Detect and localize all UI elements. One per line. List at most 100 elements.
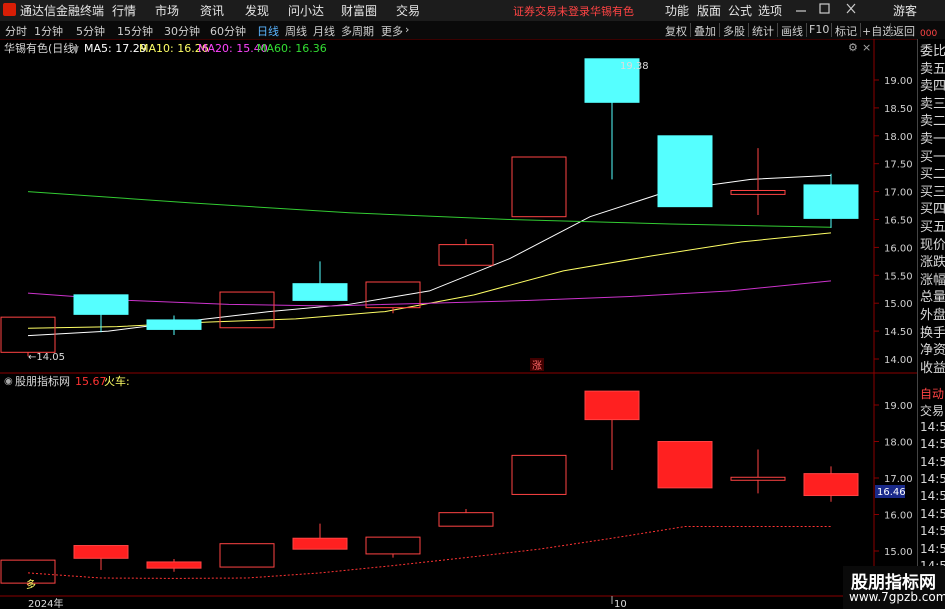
settings-icon[interactable]: ⚙ — [848, 41, 858, 54]
menu-item-discover[interactable]: 发现 — [245, 2, 269, 19]
candle-body[interactable] — [657, 135, 713, 208]
candle-body[interactable] — [803, 184, 859, 219]
period-tab-weekly[interactable]: 周线 — [285, 23, 307, 39]
trade-tab[interactable]: 自动 — [920, 385, 944, 402]
high-price-marker: 19.38 — [620, 61, 649, 72]
ma-line-ma10 — [27, 232, 832, 329]
tick-time: 14:56 — [920, 454, 945, 469]
quote-field-label: 买二 — [920, 167, 945, 183]
maximize-icon[interactable] — [818, 0, 832, 21]
candle-body[interactable] — [730, 476, 786, 481]
chevron-down-icon[interactable]: ▼ — [72, 45, 79, 55]
main-y-ticks: 19.00 18.50 18.00 17.50 17.00 16.50 16.00 15.50… — [874, 76, 913, 366]
quote-field-label: 净资 — [920, 343, 945, 359]
quote-field-label: 现价 — [920, 237, 945, 253]
candle-body[interactable] — [438, 244, 494, 266]
menu-item-wealth[interactable]: 财富圈 — [341, 2, 377, 19]
quote-panel: 000 委比 卖五 卖四 卖三 卖二 卖一 买一 买二 买三 买四 买五 现价 涨跌 涨幅 总量 外盘 换手 净资… — [917, 29, 945, 609]
candle-body[interactable] — [584, 390, 640, 421]
y-tick-label: 19.00 — [884, 76, 913, 87]
candle-body[interactable] — [511, 454, 567, 495]
y-tick-label: 17.00 — [884, 474, 913, 485]
ma60-legend: MA60: 16.36 — [257, 42, 327, 55]
menu-item-news[interactable]: 资讯 — [200, 2, 224, 19]
quote-field-label: 买一 — [920, 149, 945, 165]
candle-body[interactable] — [365, 536, 421, 555]
menu-item-market[interactable]: 市场 — [155, 2, 179, 19]
candle-body[interactable] — [803, 473, 859, 497]
close-pane-icon[interactable]: × — [862, 41, 871, 54]
tick-time: 14:56 — [920, 524, 945, 539]
btn-adjust-rights[interactable]: 复权 — [665, 23, 687, 39]
y-tick-label: 19.00 — [884, 401, 913, 412]
btn-draw-line[interactable]: 画线 — [781, 23, 803, 39]
candle-body[interactable] — [219, 291, 275, 329]
close-icon[interactable] — [844, 0, 858, 21]
candle-body[interactable] — [219, 543, 275, 568]
candle-body[interactable] — [657, 441, 713, 489]
btn-mark[interactable]: 标记 — [835, 23, 857, 39]
period-tab-more[interactable]: 更多 — [381, 23, 403, 39]
menu-item-trade[interactable]: 交易 — [396, 2, 420, 19]
period-tab-1min[interactable]: 1分钟 — [34, 23, 63, 39]
app-logo-icon — [3, 3, 16, 16]
candle-body[interactable] — [146, 319, 202, 330]
candle-body[interactable] — [292, 283, 348, 301]
period-tab-60min[interactable]: 60分钟 — [210, 23, 246, 39]
candle-body[interactable] — [730, 189, 786, 195]
panel-corner-label: 000 — [920, 29, 938, 39]
tick-time: 14:56 — [920, 489, 945, 504]
main-candles — [0, 58, 859, 357]
menu-item-options[interactable]: 选项 — [758, 2, 782, 19]
menu-item-layout[interactable]: 版面 — [697, 2, 721, 19]
y-tick-label: 18.00 — [884, 438, 913, 449]
candle-body[interactable] — [511, 156, 567, 218]
current-value: 16.46 — [877, 487, 906, 498]
candle-body[interactable] — [73, 545, 129, 559]
kline-chart[interactable]: 19.00 18.50 18.00 17.50 17.00 16.50 16.00 15.50… — [0, 39, 917, 609]
y-tick-label: 17.00 — [884, 188, 913, 199]
period-tab-daily[interactable]: 日线 — [257, 23, 279, 39]
tick-time: 14:56 — [920, 506, 945, 521]
trade-tab[interactable]: 交易 — [920, 402, 944, 419]
broker-status[interactable]: 证券交易未登录 — [513, 3, 590, 19]
btn-back[interactable]: 返回 — [893, 23, 915, 39]
quote-field-label: 换手 — [920, 325, 945, 341]
y-tick-label: 16.00 — [884, 243, 913, 254]
indicator-toggle-icon[interactable]: ◉ — [4, 376, 13, 387]
x-label-month: 10 — [614, 599, 627, 609]
event-marker[interactable]: 涨 — [532, 360, 542, 372]
btn-add-watchlist[interactable]: +自选 — [862, 23, 893, 39]
candle-body[interactable] — [73, 294, 129, 315]
btn-statistics[interactable]: 统计 — [752, 23, 774, 39]
period-tab-30min[interactable]: 30分钟 — [164, 23, 200, 39]
minimize-icon[interactable] — [794, 0, 808, 21]
btn-multi-stock[interactable]: 多股 — [723, 23, 745, 39]
ma5-legend: MA5: 17.29 — [84, 42, 147, 55]
candle-body[interactable] — [146, 561, 202, 569]
candle-body[interactable] — [292, 537, 348, 550]
period-tab-intraday[interactable]: 分时 — [5, 23, 27, 39]
y-tick-label: 14.50 — [884, 327, 913, 338]
period-tab-monthly[interactable]: 月线 — [313, 23, 335, 39]
sub-y-ticks: 19.00 18.00 17.00 16.00 15.00 — [874, 401, 913, 558]
menu-item-formula[interactable]: 公式 — [728, 2, 752, 19]
menu-bar: 通达信金融终端 行情 市场 资讯 发现 问小达 财富圈 交易 证券交易未登录 华… — [0, 0, 945, 22]
quote-field-label: 买三 — [920, 184, 945, 200]
menu-item-quotes[interactable]: 行情 — [112, 2, 136, 19]
period-tab-15min[interactable]: 15分钟 — [117, 23, 153, 39]
period-tab-multi[interactable]: 多周期 — [341, 23, 374, 39]
quote-field-label: 买五 — [920, 220, 945, 235]
chevron-right-icon[interactable]: › — [405, 23, 409, 36]
btn-f10[interactable]: F10 — [809, 23, 829, 36]
quote-field-label: 总量 — [920, 290, 945, 306]
quote-field-label: 卖五 — [920, 61, 945, 77]
train-line — [27, 526, 831, 579]
y-tick-label: 16.50 — [884, 216, 913, 227]
period-tab-5min[interactable]: 5分钟 — [76, 23, 105, 39]
menu-item-functions[interactable]: 功能 — [665, 2, 689, 19]
candle-body[interactable] — [438, 512, 494, 527]
guest-user[interactable]: 游客 — [893, 2, 917, 19]
btn-overlay[interactable]: 叠加 — [694, 23, 716, 39]
menu-item-ask[interactable]: 问小达 — [288, 2, 324, 19]
